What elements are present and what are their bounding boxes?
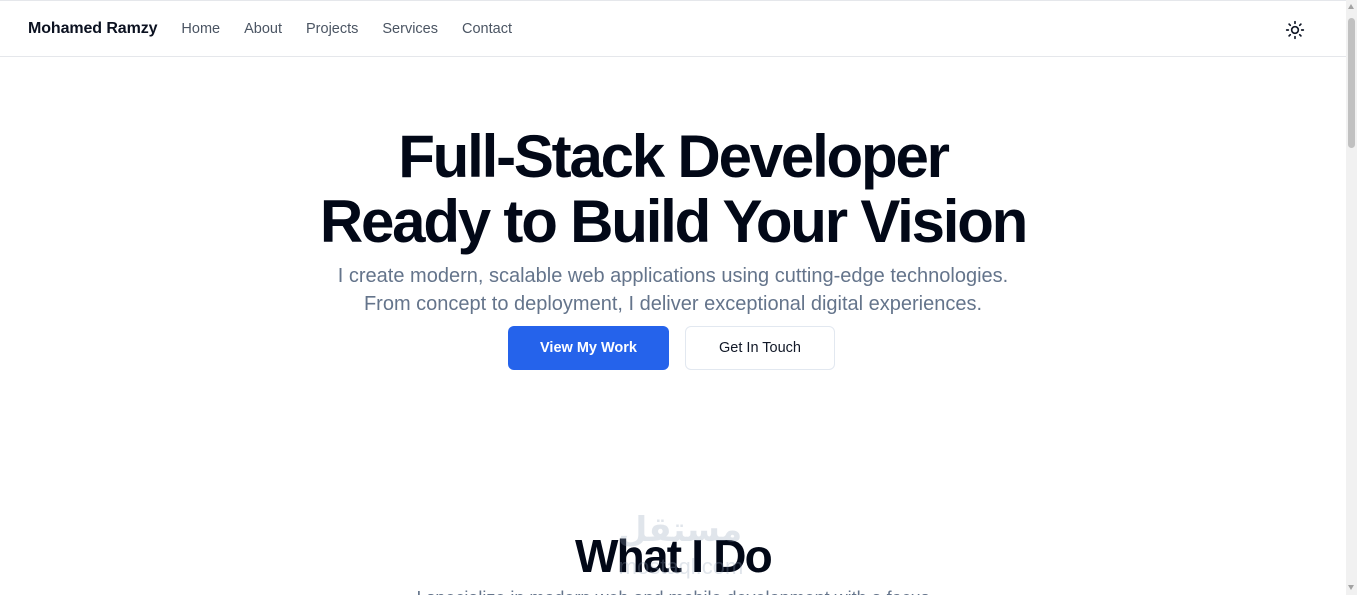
sun-icon [1285, 20, 1305, 40]
nav-link-services[interactable]: Services [382, 21, 438, 37]
vertical-scrollbar[interactable] [1346, 0, 1357, 595]
hero-title-line1: Full-Stack Developer [398, 123, 950, 190]
nav-links: Home About Projects Services Contact [181, 21, 536, 37]
scroll-up-icon[interactable] [1348, 4, 1354, 9]
get-in-touch-button[interactable]: Get In Touch [685, 326, 835, 370]
services-subtitle: I specialize in modern web and mobile de… [0, 586, 1346, 595]
nav-link-about[interactable]: About [244, 21, 282, 37]
scrollbar-thumb[interactable] [1348, 18, 1355, 148]
hero-subtitle-line1: I create modern, scalable web applicatio… [337, 265, 1009, 287]
nav-link-contact[interactable]: Contact [462, 21, 512, 37]
nav-link-home[interactable]: Home [181, 21, 220, 37]
services-title: What I Do [575, 530, 773, 582]
theme-toggle-button[interactable] [1282, 17, 1308, 43]
scroll-down-icon[interactable] [1348, 585, 1354, 590]
brand-logo[interactable]: Mohamed Ramzy [28, 20, 158, 38]
view-my-work-button[interactable]: View My Work [508, 326, 669, 370]
navbar: Mohamed Ramzy Home About Projects Servic… [0, 1, 1346, 57]
page: Mohamed Ramzy Home About Projects Servic… [0, 0, 1357, 595]
nav-link-projects[interactable]: Projects [306, 21, 358, 37]
hero-title-line2: Ready to Build Your Vision [319, 188, 1028, 255]
hero-subtitle-line2: From concept to deployment, I deliver ex… [363, 293, 983, 315]
